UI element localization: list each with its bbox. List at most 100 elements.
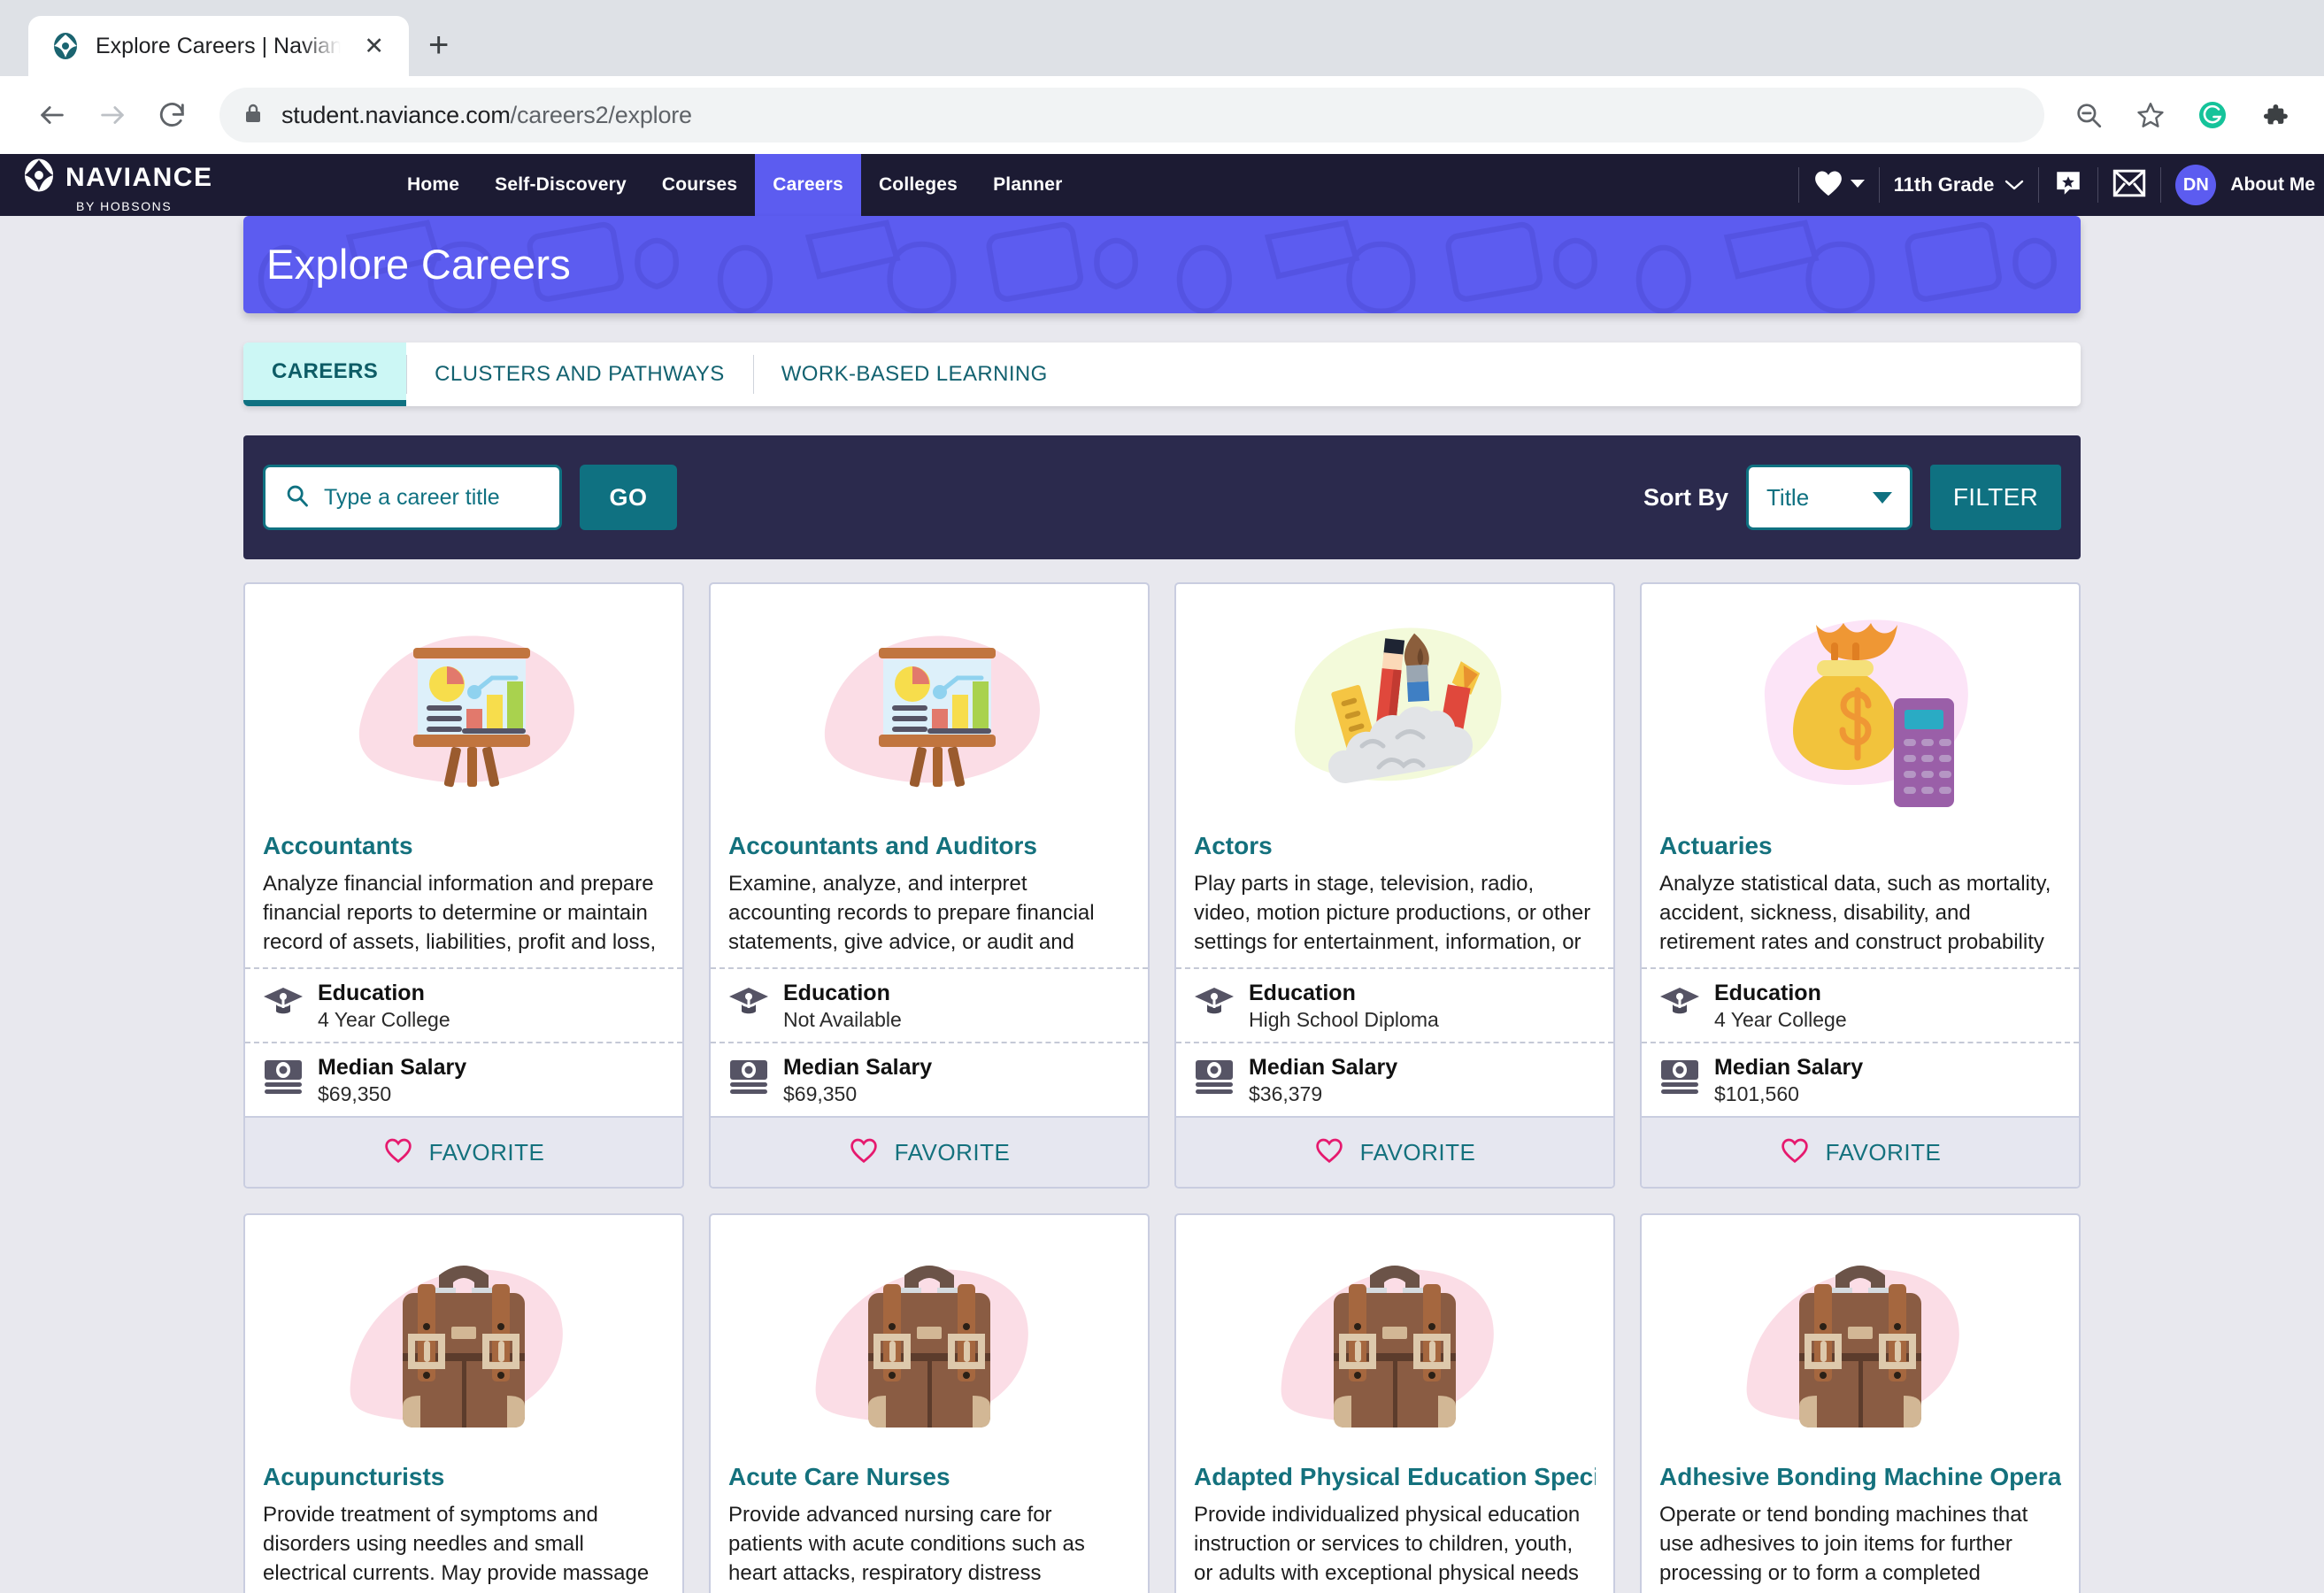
brand-tagline: BY HOBSONS xyxy=(76,199,354,213)
notification-bell-icon[interactable] xyxy=(2053,168,2083,203)
salary-label: Median Salary xyxy=(318,1054,466,1081)
card-body: Actors Play parts in stage, television, … xyxy=(1176,832,1613,967)
card-illustration-briefcase xyxy=(245,1215,682,1463)
favorite-label: FAVORITE xyxy=(1826,1139,1942,1166)
nav-item-home[interactable]: Home xyxy=(389,154,477,216)
avatar[interactable]: DN xyxy=(2175,165,2216,205)
close-icon[interactable]: ✕ xyxy=(357,31,391,62)
card-title[interactable]: Acupuncturists xyxy=(263,1463,665,1491)
card-salary-stat: Median Salary $69,350 xyxy=(245,1042,682,1116)
browser-tab[interactable]: Explore Careers | Naviance Stu ✕ xyxy=(28,16,409,76)
favorite-button[interactable]: FAVORITE xyxy=(1176,1116,1613,1187)
grade-selector[interactable]: 11th Grade xyxy=(1894,173,2025,196)
career-card[interactable]: Actuaries Analyze statistical data, such… xyxy=(1640,582,2081,1189)
card-salary-stat: Median Salary $101,560 xyxy=(1642,1042,2079,1116)
card-education-text: Education 4 Year College xyxy=(318,980,450,1033)
career-card[interactable]: Adhesive Bonding Machine Operat... Opera… xyxy=(1640,1213,2081,1593)
favorite-button[interactable]: FAVORITE xyxy=(1642,1116,2079,1187)
card-education-text: Education 4 Year College xyxy=(1714,980,1847,1033)
bookmark-star-icon[interactable] xyxy=(2126,90,2175,140)
card-illustration-presentation-chart xyxy=(245,584,682,832)
browser-toolbar-icons xyxy=(2064,90,2299,140)
tab-work-based-learning[interactable]: WORK-BASED LEARNING xyxy=(753,342,1076,406)
card-title[interactable]: Acute Care Nurses xyxy=(728,1463,1130,1491)
salary-value: $101,560 xyxy=(1714,1081,1863,1107)
tab-careers[interactable]: CAREERS xyxy=(243,342,406,406)
education-label: Education xyxy=(1714,980,1847,1006)
salary-label: Median Salary xyxy=(1714,1054,1863,1081)
address-bar-url: student.naviance.com/careers2/explore xyxy=(281,102,692,129)
card-description: Analyze financial information and prepar… xyxy=(263,869,665,962)
forward-arrow-icon[interactable] xyxy=(85,88,140,142)
education-value: 4 Year College xyxy=(1714,1006,1847,1033)
money-bills-icon xyxy=(728,1058,769,1097)
career-card[interactable]: Accountants Analyze financial informatio… xyxy=(243,582,684,1189)
go-button[interactable]: GO xyxy=(580,465,677,530)
education-value: Not Available xyxy=(783,1006,902,1033)
career-card[interactable]: Accountants and Auditors Examine, analyz… xyxy=(709,582,1150,1189)
naviance-logo-icon xyxy=(21,157,57,198)
tab-clusters-and-pathways[interactable]: CLUSTERS AND PATHWAYS xyxy=(406,342,753,406)
favorite-button[interactable]: FAVORITE xyxy=(711,1116,1148,1187)
card-description: Provide treatment of symptoms and disord… xyxy=(263,1500,665,1593)
toolbar-right-controls: Sort By Title FILTER xyxy=(1643,465,2061,530)
card-salary-stat: Median Salary $69,350 xyxy=(711,1042,1148,1116)
card-title[interactable]: Adhesive Bonding Machine Operat... xyxy=(1659,1463,2061,1491)
card-title[interactable]: Actors xyxy=(1194,832,1596,860)
tabs-spacer xyxy=(1076,342,2081,406)
grammarly-icon[interactable] xyxy=(2188,90,2237,140)
card-education-stat: Education 4 Year College xyxy=(1642,967,2079,1042)
search-input-placeholder: Type a career title xyxy=(324,485,500,511)
career-card[interactable]: Adapted Physical Education Speci... Prov… xyxy=(1174,1213,1615,1593)
heart-outline-icon xyxy=(849,1137,879,1168)
url-path: /careers2/explore xyxy=(511,102,692,128)
filter-button[interactable]: FILTER xyxy=(1930,465,2061,530)
career-card[interactable]: Acupuncturists Provide treatment of symp… xyxy=(243,1213,684,1593)
graduation-cap-icon xyxy=(263,983,304,1022)
search-input[interactable]: Type a career title xyxy=(263,465,562,530)
card-education-text: Education High School Diploma xyxy=(1249,980,1439,1033)
card-illustration-art-supplies xyxy=(1176,584,1613,832)
nav-item-careers[interactable]: Careers xyxy=(755,154,861,216)
sort-by-select[interactable]: Title xyxy=(1746,465,1912,530)
lock-icon xyxy=(242,102,264,129)
salary-label: Median Salary xyxy=(783,1054,932,1081)
zoom-out-icon[interactable] xyxy=(2064,90,2113,140)
money-bills-icon xyxy=(263,1058,304,1097)
card-body: Acute Care Nurses Provide advanced nursi… xyxy=(711,1463,1148,1593)
card-title[interactable]: Adapted Physical Education Speci... xyxy=(1194,1463,1596,1491)
career-card-grid: Accountants Analyze financial informatio… xyxy=(243,582,2081,1593)
card-salary-text: Median Salary $69,350 xyxy=(318,1054,466,1107)
search-filter-toolbar: Type a career title GO Sort By Title FIL… xyxy=(243,435,2081,559)
nav-divider xyxy=(1879,167,1880,203)
reload-icon[interactable] xyxy=(145,88,200,142)
plus-icon[interactable]: + xyxy=(428,26,449,65)
career-card[interactable]: Acute Care Nurses Provide advanced nursi… xyxy=(709,1213,1150,1593)
nav-item-self-discovery[interactable]: Self-Discovery xyxy=(477,154,644,216)
card-title[interactable]: Actuaries xyxy=(1659,832,2061,860)
card-title[interactable]: Accountants and Auditors xyxy=(728,832,1130,860)
heart-icon xyxy=(1813,169,1843,202)
heart-outline-icon xyxy=(1780,1137,1810,1168)
sort-by-value: Title xyxy=(1766,484,1809,512)
extensions-puzzle-icon[interactable] xyxy=(2250,90,2299,140)
card-body: Accountants and Auditors Examine, analyz… xyxy=(711,832,1148,967)
education-value: 4 Year College xyxy=(318,1006,450,1033)
naviance-brand[interactable]: NAVIANCE BY HOBSONS xyxy=(0,154,354,216)
career-card[interactable]: Actors Play parts in stage, television, … xyxy=(1174,582,1615,1189)
card-body: Accountants Analyze financial informatio… xyxy=(245,832,682,967)
primary-nav-links: Home Self-Discovery Courses Careers Coll… xyxy=(389,154,1081,216)
card-title[interactable]: Accountants xyxy=(263,832,665,860)
favorites-menu[interactable] xyxy=(1813,169,1865,202)
envelope-icon[interactable] xyxy=(2112,169,2146,202)
address-bar[interactable]: student.naviance.com/careers2/explore xyxy=(219,88,2044,142)
nav-item-about-me[interactable]: About Me xyxy=(2230,174,2315,196)
back-arrow-icon[interactable] xyxy=(25,88,80,142)
card-salary-text: Median Salary $69,350 xyxy=(783,1054,932,1107)
nav-item-planner[interactable]: Planner xyxy=(975,154,1080,216)
nav-item-colleges[interactable]: Colleges xyxy=(861,154,975,216)
content-container: Explore Careers CAREERS CLUSTERS AND PAT… xyxy=(243,216,2081,1593)
nav-item-courses[interactable]: Courses xyxy=(644,154,755,216)
favorite-button[interactable]: FAVORITE xyxy=(245,1116,682,1187)
favorite-label: FAVORITE xyxy=(895,1139,1011,1166)
